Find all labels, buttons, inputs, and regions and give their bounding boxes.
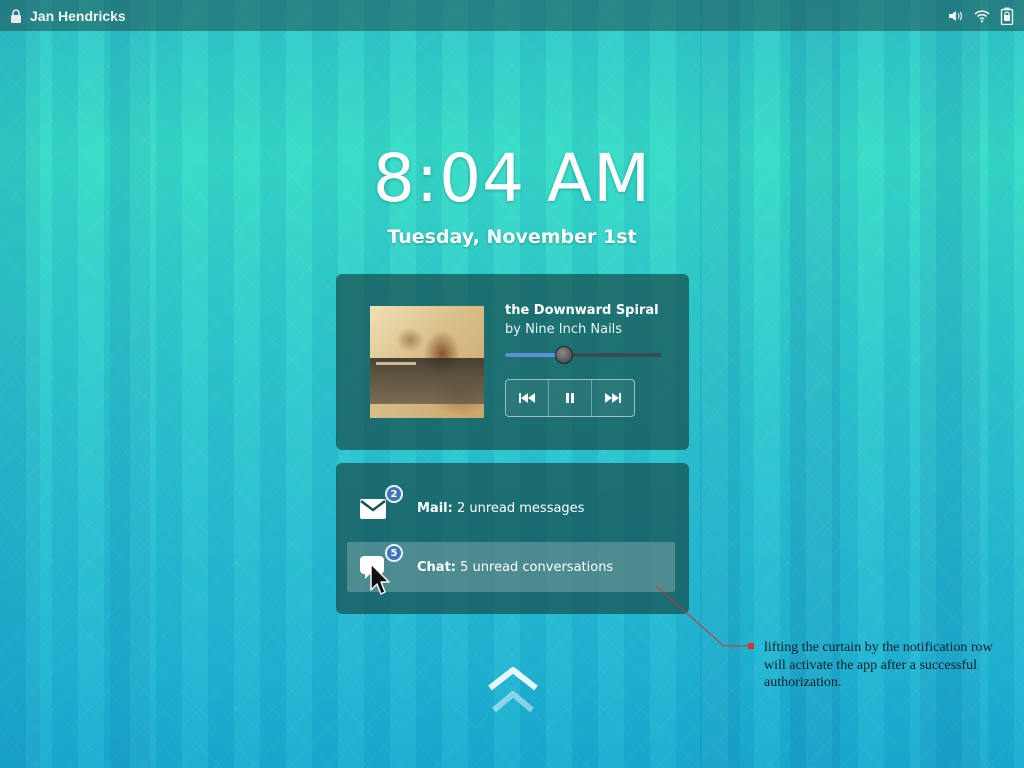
annotation-note: lifting the curtain by the notification … (764, 640, 993, 690)
annotation-marker (748, 643, 754, 649)
double-chevron-up-icon[interactable] (486, 664, 540, 724)
